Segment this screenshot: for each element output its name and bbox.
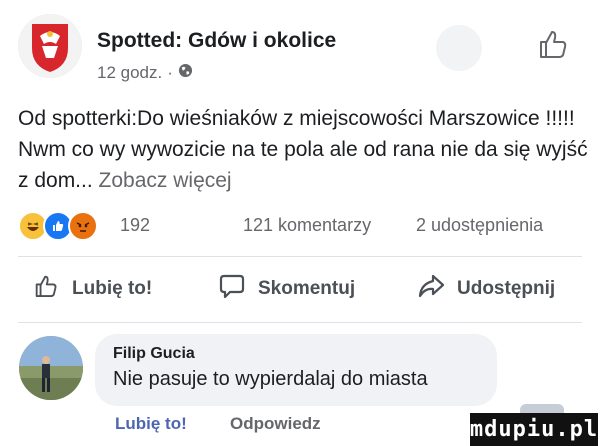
page-avatar[interactable] [18, 14, 82, 78]
watermark: mdupiu.pl [470, 413, 598, 446]
comment-icon [218, 272, 246, 306]
comment-author[interactable]: Filip Gucia [113, 345, 195, 363]
like-outline-icon[interactable] [535, 26, 571, 62]
globe-icon [178, 63, 193, 83]
like-button-label: Lubię to! [72, 278, 153, 299]
divider [18, 256, 582, 257]
comment-reply-link[interactable]: Odpowiedz [230, 414, 321, 434]
shares-count[interactable]: 2 udostępnienia [416, 215, 543, 236]
comment-like-link[interactable]: Lubię to! [115, 414, 187, 434]
like-button[interactable]: Lubię to! [32, 272, 152, 306]
comment-button-label: Skomentuj [258, 278, 356, 299]
more-options-button[interactable] [436, 25, 482, 71]
post-body: Od spotterki:Do wieśniaków z miejscowośc… [18, 103, 593, 196]
comment-button[interactable]: Skomentuj [218, 272, 355, 306]
like-outline-icon [32, 272, 60, 306]
reaction-icons[interactable] [18, 211, 98, 241]
divider [18, 322, 582, 323]
meta-separator: · [167, 63, 173, 82]
angry-icon [68, 211, 98, 241]
post-meta: 12 godz. · [97, 63, 193, 83]
share-button[interactable]: Udostępnij [417, 272, 555, 306]
comments-count[interactable]: 121 komentarzy [243, 215, 371, 236]
post-time[interactable]: 12 godz. [97, 63, 162, 83]
see-more-link[interactable]: Zobacz więcej [99, 169, 232, 192]
page-name[interactable]: Spotted: Gdów i okolice [97, 29, 336, 53]
commenter-avatar[interactable] [19, 336, 83, 400]
reactions-count[interactable]: 192 [120, 215, 150, 236]
share-button-label: Udostępnij [457, 278, 556, 299]
share-icon [417, 272, 445, 306]
comment-text: Nie pasuje to wypierdalaj do miasta [113, 368, 428, 390]
